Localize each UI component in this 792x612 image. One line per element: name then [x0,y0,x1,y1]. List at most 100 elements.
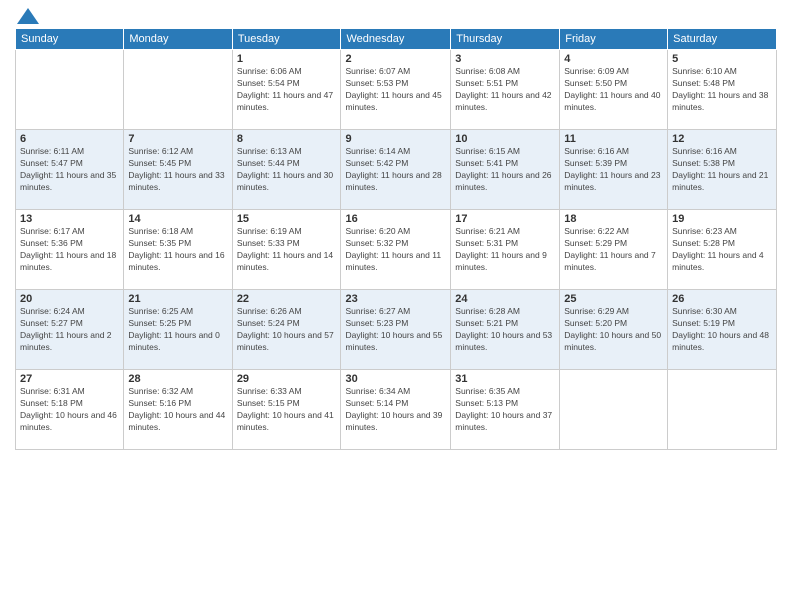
day-info: Sunrise: 6:23 AM Sunset: 5:28 PM Dayligh… [672,226,772,274]
day-number: 30 [345,373,446,385]
day-number: 19 [672,213,772,225]
day-cell [668,370,777,450]
day-info: Sunrise: 6:10 AM Sunset: 5:48 PM Dayligh… [672,66,772,114]
day-number: 6 [20,133,119,145]
day-number: 4 [564,53,663,65]
day-number: 13 [20,213,119,225]
calendar: SundayMondayTuesdayWednesdayThursdayFrid… [15,28,777,450]
day-cell: 19Sunrise: 6:23 AM Sunset: 5:28 PM Dayli… [668,210,777,290]
day-info: Sunrise: 6:32 AM Sunset: 5:16 PM Dayligh… [128,386,227,434]
day-cell: 7Sunrise: 6:12 AM Sunset: 5:45 PM Daylig… [124,130,232,210]
day-cell [16,50,124,130]
day-number: 14 [128,213,227,225]
day-cell: 16Sunrise: 6:20 AM Sunset: 5:32 PM Dayli… [341,210,451,290]
day-info: Sunrise: 6:12 AM Sunset: 5:45 PM Dayligh… [128,146,227,194]
day-cell: 12Sunrise: 6:16 AM Sunset: 5:38 PM Dayli… [668,130,777,210]
day-cell: 5Sunrise: 6:10 AM Sunset: 5:48 PM Daylig… [668,50,777,130]
day-cell: 13Sunrise: 6:17 AM Sunset: 5:36 PM Dayli… [16,210,124,290]
day-cell: 9Sunrise: 6:14 AM Sunset: 5:42 PM Daylig… [341,130,451,210]
day-cell: 21Sunrise: 6:25 AM Sunset: 5:25 PM Dayli… [124,290,232,370]
day-number: 2 [345,53,446,65]
day-cell: 17Sunrise: 6:21 AM Sunset: 5:31 PM Dayli… [451,210,560,290]
day-info: Sunrise: 6:34 AM Sunset: 5:14 PM Dayligh… [345,386,446,434]
day-cell: 22Sunrise: 6:26 AM Sunset: 5:24 PM Dayli… [232,290,341,370]
col-header-saturday: Saturday [668,29,777,50]
day-cell: 25Sunrise: 6:29 AM Sunset: 5:20 PM Dayli… [560,290,668,370]
day-number: 15 [237,213,337,225]
day-cell: 31Sunrise: 6:35 AM Sunset: 5:13 PM Dayli… [451,370,560,450]
col-header-thursday: Thursday [451,29,560,50]
day-info: Sunrise: 6:17 AM Sunset: 5:36 PM Dayligh… [20,226,119,274]
day-cell: 30Sunrise: 6:34 AM Sunset: 5:14 PM Dayli… [341,370,451,450]
day-number: 31 [455,373,555,385]
day-number: 17 [455,213,555,225]
week-row-1: 1Sunrise: 6:06 AM Sunset: 5:54 PM Daylig… [16,50,777,130]
col-header-monday: Monday [124,29,232,50]
day-cell: 15Sunrise: 6:19 AM Sunset: 5:33 PM Dayli… [232,210,341,290]
day-info: Sunrise: 6:06 AM Sunset: 5:54 PM Dayligh… [237,66,337,114]
col-header-wednesday: Wednesday [341,29,451,50]
day-info: Sunrise: 6:27 AM Sunset: 5:23 PM Dayligh… [345,306,446,354]
day-cell: 6Sunrise: 6:11 AM Sunset: 5:47 PM Daylig… [16,130,124,210]
day-number: 20 [20,293,119,305]
day-info: Sunrise: 6:33 AM Sunset: 5:15 PM Dayligh… [237,386,337,434]
day-info: Sunrise: 6:29 AM Sunset: 5:20 PM Dayligh… [564,306,663,354]
day-number: 11 [564,133,663,145]
day-info: Sunrise: 6:26 AM Sunset: 5:24 PM Dayligh… [237,306,337,354]
day-cell: 24Sunrise: 6:28 AM Sunset: 5:21 PM Dayli… [451,290,560,370]
day-info: Sunrise: 6:21 AM Sunset: 5:31 PM Dayligh… [455,226,555,274]
day-cell: 18Sunrise: 6:22 AM Sunset: 5:29 PM Dayli… [560,210,668,290]
day-number: 22 [237,293,337,305]
day-info: Sunrise: 6:20 AM Sunset: 5:32 PM Dayligh… [345,226,446,274]
day-number: 21 [128,293,227,305]
day-cell: 14Sunrise: 6:18 AM Sunset: 5:35 PM Dayli… [124,210,232,290]
day-number: 18 [564,213,663,225]
day-info: Sunrise: 6:22 AM Sunset: 5:29 PM Dayligh… [564,226,663,274]
day-number: 23 [345,293,446,305]
col-header-tuesday: Tuesday [232,29,341,50]
day-info: Sunrise: 6:19 AM Sunset: 5:33 PM Dayligh… [237,226,337,274]
day-info: Sunrise: 6:30 AM Sunset: 5:19 PM Dayligh… [672,306,772,354]
day-info: Sunrise: 6:35 AM Sunset: 5:13 PM Dayligh… [455,386,555,434]
day-number: 5 [672,53,772,65]
day-info: Sunrise: 6:07 AM Sunset: 5:53 PM Dayligh… [345,66,446,114]
day-cell: 11Sunrise: 6:16 AM Sunset: 5:39 PM Dayli… [560,130,668,210]
day-cell: 28Sunrise: 6:32 AM Sunset: 5:16 PM Dayli… [124,370,232,450]
day-cell: 20Sunrise: 6:24 AM Sunset: 5:27 PM Dayli… [16,290,124,370]
day-cell: 4Sunrise: 6:09 AM Sunset: 5:50 PM Daylig… [560,50,668,130]
day-number: 1 [237,53,337,65]
day-number: 12 [672,133,772,145]
day-cell: 3Sunrise: 6:08 AM Sunset: 5:51 PM Daylig… [451,50,560,130]
col-header-friday: Friday [560,29,668,50]
day-info: Sunrise: 6:28 AM Sunset: 5:21 PM Dayligh… [455,306,555,354]
day-info: Sunrise: 6:16 AM Sunset: 5:39 PM Dayligh… [564,146,663,194]
day-info: Sunrise: 6:11 AM Sunset: 5:47 PM Dayligh… [20,146,119,194]
day-cell [560,370,668,450]
day-number: 9 [345,133,446,145]
day-cell: 27Sunrise: 6:31 AM Sunset: 5:18 PM Dayli… [16,370,124,450]
day-number: 16 [345,213,446,225]
week-row-4: 20Sunrise: 6:24 AM Sunset: 5:27 PM Dayli… [16,290,777,370]
day-cell: 1Sunrise: 6:06 AM Sunset: 5:54 PM Daylig… [232,50,341,130]
logo [15,10,39,20]
day-cell: 10Sunrise: 6:15 AM Sunset: 5:41 PM Dayli… [451,130,560,210]
week-row-3: 13Sunrise: 6:17 AM Sunset: 5:36 PM Dayli… [16,210,777,290]
day-info: Sunrise: 6:16 AM Sunset: 5:38 PM Dayligh… [672,146,772,194]
col-header-sunday: Sunday [16,29,124,50]
day-number: 27 [20,373,119,385]
page: SundayMondayTuesdayWednesdayThursdayFrid… [0,0,792,612]
day-info: Sunrise: 6:24 AM Sunset: 5:27 PM Dayligh… [20,306,119,354]
day-info: Sunrise: 6:08 AM Sunset: 5:51 PM Dayligh… [455,66,555,114]
day-cell: 23Sunrise: 6:27 AM Sunset: 5:23 PM Dayli… [341,290,451,370]
day-cell [124,50,232,130]
day-number: 10 [455,133,555,145]
day-info: Sunrise: 6:14 AM Sunset: 5:42 PM Dayligh… [345,146,446,194]
day-number: 26 [672,293,772,305]
day-number: 29 [237,373,337,385]
day-number: 8 [237,133,337,145]
header [15,10,777,20]
day-info: Sunrise: 6:18 AM Sunset: 5:35 PM Dayligh… [128,226,227,274]
day-number: 24 [455,293,555,305]
day-number: 3 [455,53,555,65]
day-info: Sunrise: 6:15 AM Sunset: 5:41 PM Dayligh… [455,146,555,194]
